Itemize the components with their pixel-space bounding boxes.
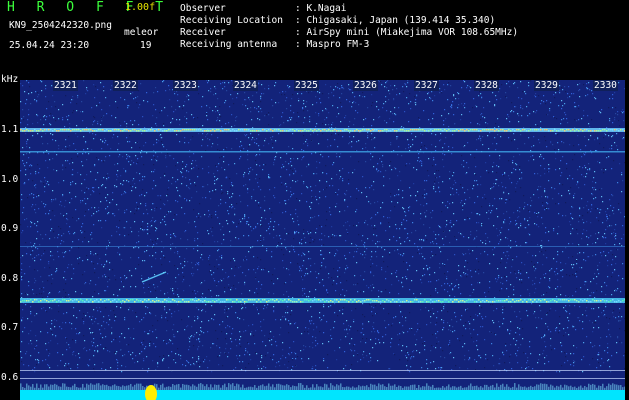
app-version: 1.00f — [125, 2, 156, 13]
x-tick-label: 2330 — [593, 80, 618, 91]
event-count: 19 — [140, 40, 152, 51]
observer-value: : K.Nagai — [295, 3, 347, 14]
x-tick-label: 2323 — [173, 80, 198, 91]
y-tick-label: 0.7 — [1, 322, 19, 333]
reference-line — [20, 378, 625, 379]
x-tick-label: 2326 — [353, 80, 378, 91]
x-tick-label: 2327 — [414, 80, 439, 91]
signal-floor — [20, 390, 625, 400]
location-value: : Chigasaki, Japan (139.414 35.340) — [295, 15, 496, 26]
location-label: Receiving Location — [180, 15, 283, 26]
x-tick-label: 2321 — [53, 80, 78, 91]
x-tick-label: 2328 — [474, 80, 499, 91]
observer-label: Observer — [180, 3, 226, 14]
receiver-value: : AirSpy mini (Miakejima VOR 108.65MHz) — [295, 27, 519, 38]
y-tick-label: 0.9 — [1, 223, 19, 234]
spectrogram[interactable] — [20, 80, 625, 400]
x-tick-label: 2324 — [233, 80, 258, 91]
reference-line — [20, 370, 625, 371]
x-tick-label: 2329 — [534, 80, 559, 91]
x-tick-label: 2322 — [113, 80, 138, 91]
antenna-value: : Maspro FM-3 — [295, 39, 370, 50]
date-time: 25.04.24 23:20 — [9, 40, 90, 51]
carrier-line — [20, 151, 625, 153]
y-tick-label: 0.6 — [1, 372, 19, 383]
x-tick-label: 2325 — [294, 80, 319, 91]
detection-mode: meleor — [124, 27, 159, 38]
file-name: KN9_2504242320.png — [9, 20, 112, 31]
receiver-label: Receiver — [180, 27, 226, 38]
y-tick-label: 1.1 — [1, 124, 19, 135]
carrier-line-faint — [20, 246, 625, 247]
header-panel: H R O F F T 1.00f KN9_2504242320.png mel… — [0, 0, 629, 78]
y-axis-unit: kHz — [1, 74, 19, 85]
y-tick-label: 1.0 — [1, 174, 19, 185]
station-info: Observer : K.Nagai Receiving Location : Ch… — [180, 3, 518, 51]
y-tick-label: 0.8 — [1, 273, 19, 284]
antenna-label: Receiving antenna — [180, 39, 278, 50]
